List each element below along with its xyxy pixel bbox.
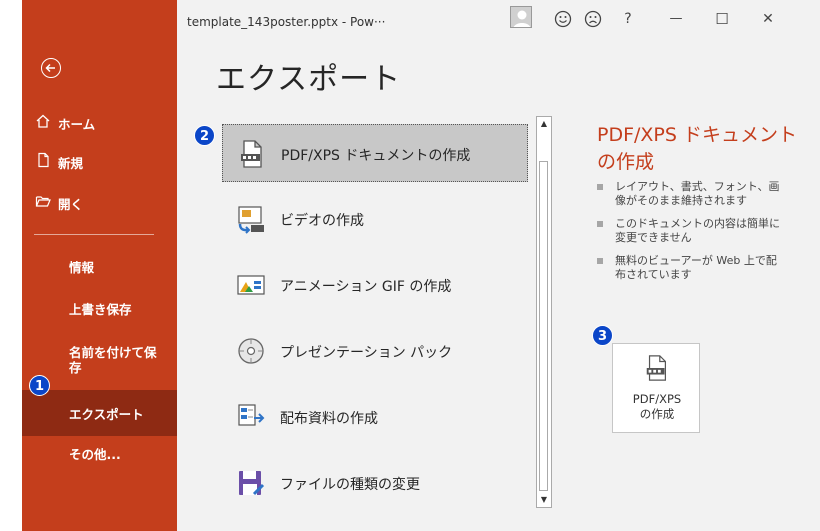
new-document-icon [38, 152, 49, 168]
bullet-text: このドキュメントの内容は簡単に変更できません [615, 217, 780, 244]
handouts-icon [238, 404, 265, 426]
export-option-animated-gif[interactable]: アニメーション GIF の作成 [222, 256, 528, 314]
back-button[interactable] [41, 58, 61, 78]
export-option-video[interactable]: ビデオの作成 [222, 190, 528, 248]
sidebar-item-label: 存 [69, 360, 82, 375]
sidebar-item-label: 名前を付けて保 [69, 345, 157, 360]
sidebar-item-more[interactable]: その他... [22, 447, 177, 467]
bullet-text: 無料のビューアーが Web 上で配布されています [615, 254, 777, 281]
export-option-label: アニメーション GIF の作成 [280, 279, 452, 295]
sidebar-item-save-as[interactable]: 名前を付けて保 存 [22, 345, 177, 379]
sidebar-item-label: 新規 [58, 156, 84, 171]
bullet-text: レイアウト、書式、フォント、画像がそのまま維持されます [615, 180, 780, 207]
scroll-down-arrow-icon[interactable]: ▼ [537, 493, 551, 507]
export-option-label: 配布資料の作成 [280, 411, 378, 427]
detail-bullet: 無料のビューアーが Web 上で配布されています [597, 254, 787, 282]
home-icon [36, 114, 50, 128]
sidebar-item-label: エクスポート [69, 407, 144, 422]
document-title: template_143poster.pptx - Pow··· [187, 15, 386, 29]
backstage-sidebar: ホーム 新規 開く 情報 上書き保存 名前を付けて保 存 エクスポート 1 その… [22, 0, 177, 531]
create-pdf-button-label: PDF/XPS の作成 [632, 392, 682, 421]
animated-gif-icon [237, 275, 265, 295]
detail-bullet: レイアウト、書式、フォント、画像がそのまま維持されます [597, 180, 787, 208]
powerpoint-backstage-window: ホーム 新規 開く 情報 上書き保存 名前を付けて保 存 エクスポート 1 その… [22, 0, 820, 531]
sidebar-item-info[interactable]: 情報 [22, 260, 177, 280]
step-badge-2: 2 [194, 125, 215, 146]
export-option-label: ビデオの作成 [280, 213, 364, 229]
export-option-label: PDF/XPS ドキュメントの作成 [281, 148, 471, 164]
maximize-button[interactable]: ☐ [711, 8, 733, 30]
sidebar-item-label: 開く [58, 197, 84, 212]
step-badge-1: 1 [29, 375, 50, 396]
folder-open-icon [35, 196, 51, 207]
export-option-handouts[interactable]: 配布資料の作成 [222, 388, 528, 446]
bullet-square-icon [597, 184, 603, 190]
detail-title: PDF/XPS ドキュメントの作成 [597, 124, 797, 173]
create-pdf-xps-button[interactable]: PDF/XPS の作成 [612, 343, 700, 433]
step-badge-3: 3 [592, 325, 613, 346]
smile-feedback-button[interactable] [552, 8, 574, 30]
export-options-list: PDF/XPS ドキュメントの作成 ビデオの作成 アニメーション GIF の作成 [208, 110, 564, 510]
frown-feedback-button[interactable] [582, 8, 604, 30]
bullet-square-icon [597, 258, 603, 264]
title-bar: template_143poster.pptx - Pow··· ? — ☐ ✕ [177, 0, 820, 38]
page-title: エクスポート [216, 62, 402, 97]
sidebar-item-export[interactable]: エクスポート [22, 390, 177, 436]
bullet-square-icon [597, 221, 603, 227]
sidebar-item-label: 情報 [69, 260, 95, 275]
minimize-button[interactable]: — [665, 8, 687, 30]
smile-icon [554, 10, 572, 28]
help-button[interactable]: ? [617, 8, 639, 30]
export-option-package-presentation[interactable]: プレゼンテーション パック [222, 322, 528, 380]
sidebar-item-label: 上書き保存 [69, 302, 132, 317]
export-option-pdf-xps[interactable]: PDF/XPS ドキュメントの作成 [222, 124, 528, 182]
video-icon [238, 206, 264, 234]
sidebar-item-label: ホーム [58, 117, 96, 132]
sidebar-divider [34, 234, 154, 235]
detail-bullet: このドキュメントの内容は簡単に変更できません [597, 217, 787, 245]
back-arrow-icon [45, 63, 55, 73]
export-option-label: プレゼンテーション パック [280, 345, 453, 361]
list-scrollbar[interactable]: ▲ ▼ [536, 116, 552, 508]
scrollbar-thumb[interactable] [539, 161, 548, 491]
sidebar-item-save[interactable]: 上書き保存 [22, 302, 177, 322]
export-option-label: ファイルの種類の変更 [280, 477, 420, 493]
detail-bullets: レイアウト、書式、フォント、画像がそのまま維持されます このドキュメントの内容は… [597, 180, 787, 291]
change-file-type-icon [239, 471, 265, 496]
person-icon [513, 10, 531, 27]
cd-package-icon [238, 338, 264, 364]
pdf-document-icon [646, 355, 667, 381]
export-option-change-file-type[interactable]: ファイルの種類の変更 [222, 454, 528, 512]
frown-icon [584, 10, 602, 28]
pdf-document-icon [241, 140, 262, 168]
user-avatar[interactable] [510, 6, 532, 28]
close-button[interactable]: ✕ [757, 8, 779, 30]
sidebar-item-label: その他... [69, 447, 121, 462]
scroll-up-arrow-icon[interactable]: ▲ [537, 117, 551, 131]
